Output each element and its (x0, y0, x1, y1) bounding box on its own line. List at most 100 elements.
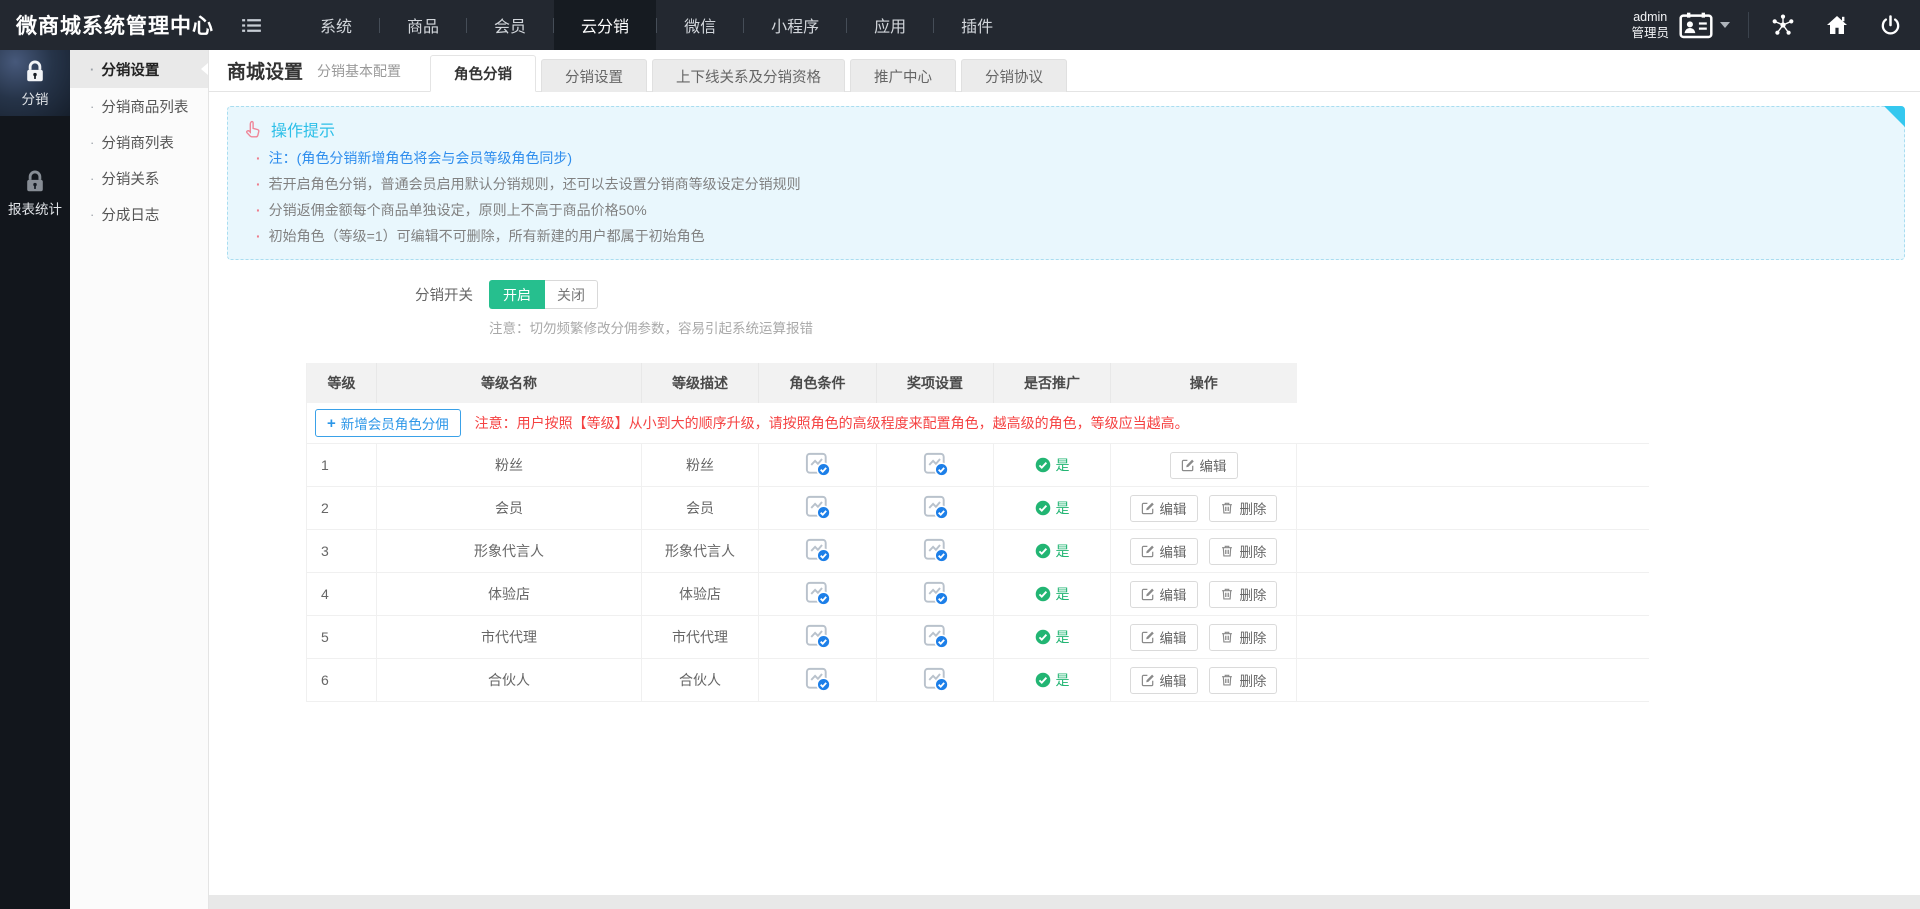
table-row: 1 粉丝 粉丝 是 编辑 (307, 444, 1649, 487)
tab-role-distribution[interactable]: 角色分销 (430, 55, 536, 92)
roles-table: 等级 等级名称 等级描述 角色条件 奖项设置 是否推广 操作 (306, 363, 1920, 702)
role-condition-icon[interactable] (804, 450, 831, 477)
tip-item: ·初始角色（等级=1）可编辑不可删除，所有新建的用户都属于初始角色 (242, 223, 1874, 249)
delete-button[interactable]: 删除 (1209, 581, 1277, 608)
rail-item-reports[interactable]: 报表统计 (0, 160, 70, 226)
edit-icon (1141, 587, 1155, 601)
bullet: · (256, 197, 261, 223)
cell-name: 粉丝 (377, 444, 642, 487)
bullet: · (90, 135, 94, 150)
promote-check-icon (1035, 457, 1051, 473)
cell-desc: 合伙人 (642, 659, 759, 702)
cell-blank (1297, 573, 1649, 616)
add-role-button[interactable]: + 新增会员角色分佣 (315, 409, 461, 437)
reward-setting-icon[interactable] (922, 622, 949, 649)
bullet: · (90, 99, 94, 114)
home-icon[interactable] (1825, 13, 1849, 37)
submenu-item-commission-log[interactable]: · 分成日志 (70, 196, 208, 232)
switch-label: 分销开关 (209, 284, 473, 305)
role-condition-icon[interactable] (804, 493, 831, 520)
submenu-item-distribution-goods-list[interactable]: · 分销商品列表 (70, 88, 208, 124)
cell-desc: 体验店 (642, 573, 759, 616)
tab-distribution-agreement[interactable]: 分销协议 (961, 59, 1067, 92)
lock-icon (22, 59, 48, 85)
reward-setting-icon[interactable] (922, 536, 949, 563)
power-icon[interactable] (1879, 14, 1902, 37)
submenu-label: 分销商列表 (101, 132, 174, 153)
tab-promotion-center[interactable]: 推广中心 (850, 59, 956, 92)
bottom-strip (209, 895, 1920, 909)
submenu-item-distributor-list[interactable]: · 分销商列表 (70, 124, 208, 160)
submenu-item-distribution-relations[interactable]: · 分销关系 (70, 160, 208, 196)
page-subtitle: 分销基本配置 (317, 61, 401, 81)
reward-setting-icon[interactable] (922, 665, 949, 692)
cell-desc: 形象代言人 (642, 530, 759, 573)
nav-item-goods[interactable]: 商品 (380, 0, 466, 50)
nav-item-member[interactable]: 会员 (467, 0, 553, 50)
delete-button[interactable]: 删除 (1209, 624, 1277, 651)
trash-icon (1220, 630, 1234, 644)
edit-icon (1141, 673, 1155, 687)
bullet: · (90, 207, 94, 222)
cell-blank (1297, 616, 1649, 659)
nav-item-plugin[interactable]: 插件 (934, 0, 1020, 50)
reward-setting-icon[interactable] (922, 579, 949, 606)
table-row: 5 市代代理 市代代理 是 编辑 删除 (307, 616, 1649, 659)
table-row: 3 形象代言人 形象代言人 是 编辑 删除 (307, 530, 1649, 573)
page-title: 商城设置 (227, 57, 303, 84)
topbar-right: admin 管理员 (1631, 0, 1920, 50)
trash-icon (1220, 544, 1234, 558)
nav-item-system[interactable]: 系统 (293, 0, 379, 50)
switch-on-button[interactable]: 开启 (489, 280, 545, 309)
role-condition-icon[interactable] (804, 665, 831, 692)
cell-blank (1297, 444, 1649, 487)
delete-button[interactable]: 删除 (1209, 538, 1277, 565)
nav-item-cloud-distribution[interactable]: 云分销 (554, 0, 656, 50)
rail-item-distribution[interactable]: 分销 (0, 50, 70, 116)
trash-icon (1220, 673, 1234, 687)
col-role-condition: 角色条件 (759, 363, 877, 403)
promote-check-icon (1035, 543, 1051, 559)
cell-level: 5 (307, 616, 377, 659)
promote-check-icon (1035, 586, 1051, 602)
promote-check-icon (1035, 672, 1051, 688)
col-level-name: 等级名称 (377, 363, 642, 403)
switch-off-button[interactable]: 关闭 (545, 280, 598, 309)
delete-button[interactable]: 删除 (1209, 495, 1277, 522)
edit-button[interactable]: 编辑 (1130, 624, 1198, 651)
edit-button[interactable]: 编辑 (1170, 452, 1238, 479)
topbar: 微商城系统管理中心 系统 商品 会员 云分销 微信 小程序 应用 插件 admi… (0, 0, 1920, 50)
edit-button[interactable]: 编辑 (1130, 581, 1198, 608)
sidebar-rail: 分销 报表统计 (0, 50, 70, 909)
tab-upline-downline[interactable]: 上下线关系及分销资格 (652, 59, 845, 92)
edit-icon (1141, 630, 1155, 644)
promote-status: 是 (1035, 584, 1070, 604)
edit-button[interactable]: 编辑 (1130, 538, 1198, 565)
role-condition-icon[interactable] (804, 622, 831, 649)
promote-status: 是 (1035, 670, 1070, 690)
rail-item-label: 报表统计 (8, 198, 62, 218)
cell-blank (1297, 487, 1649, 530)
menu-toggle-icon[interactable] (228, 0, 275, 50)
edit-button[interactable]: 编辑 (1130, 667, 1198, 694)
tab-distribution-settings[interactable]: 分销设置 (541, 59, 647, 92)
rail-item-label: 分销 (22, 88, 49, 108)
reward-setting-icon[interactable] (922, 450, 949, 477)
col-promote: 是否推广 (994, 363, 1111, 403)
user-menu[interactable] (1679, 12, 1730, 39)
edit-button[interactable]: 编辑 (1130, 495, 1198, 522)
role-condition-icon[interactable] (804, 579, 831, 606)
nav-item-application[interactable]: 应用 (847, 0, 933, 50)
network-icon[interactable] (1771, 13, 1795, 37)
role-condition-icon[interactable] (804, 536, 831, 563)
edit-icon (1181, 458, 1195, 472)
delete-button[interactable]: 删除 (1209, 667, 1277, 694)
tab-bar: 角色分销 分销设置 上下线关系及分销资格 推广中心 分销协议 (430, 55, 1067, 92)
reward-setting-icon[interactable] (922, 493, 949, 520)
submenu-item-distribution-settings[interactable]: · 分销设置 (70, 50, 208, 88)
nav-item-wechat[interactable]: 微信 (657, 0, 743, 50)
cell-name: 市代代理 (377, 616, 642, 659)
plus-icon: + (327, 415, 336, 432)
nav-item-miniprogram[interactable]: 小程序 (744, 0, 846, 50)
app-logo[interactable]: 微商城系统管理中心 (0, 0, 228, 50)
